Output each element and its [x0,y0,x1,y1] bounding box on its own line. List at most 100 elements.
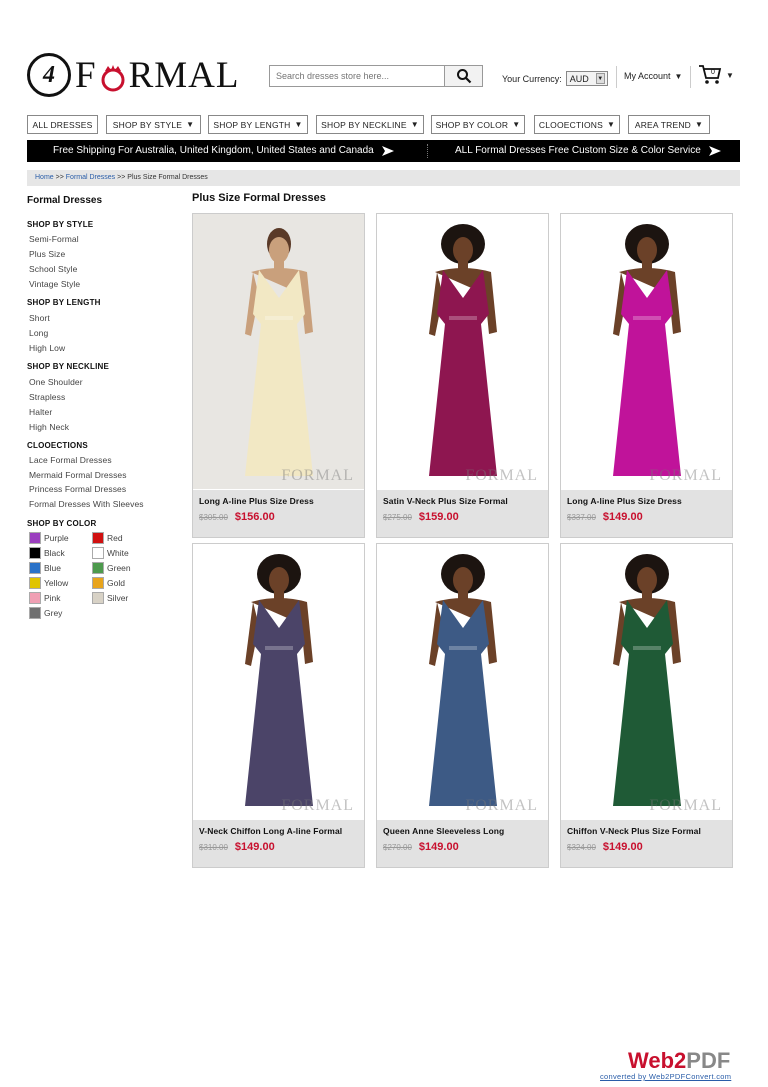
sidebar-title: Formal Dresses [27,195,103,206]
cart-button[interactable]: 0 ▼ [698,64,734,86]
product-name[interactable]: Long A-line Plus Size Dress [567,496,726,506]
sidebar-item-short[interactable]: Short [29,313,50,323]
swatch-blue[interactable] [29,562,41,574]
sidebar-item-school-style[interactable]: School Style [29,264,77,274]
my-account-menu[interactable]: My Account ▼ [624,71,682,81]
swatch-pink[interactable] [29,592,41,604]
color-label-gold[interactable]: Gold [107,578,125,588]
product-image[interactable]: FORMAL [561,214,732,489]
sidebar-item-high-low[interactable]: High Low [29,343,65,353]
sidebar-item-high-neck[interactable]: High Neck [29,422,69,432]
breadcrumb-category[interactable]: Formal Dresses [66,174,115,181]
search-input[interactable] [269,65,445,87]
promo-custom-size[interactable]: ALL Formal Dresses Free Custom Size & Co… [455,145,721,156]
crown-icon [98,60,128,92]
sidebar-item-long[interactable]: Long [29,328,48,338]
product-card[interactable]: FORMAL Satin V-Neck Plus Size Formal $275.… [376,213,549,538]
sidebar-item-strapless[interactable]: Strapless [29,392,65,402]
product-card[interactable]: FORMAL Long A-line Plus Size Dress $305.00… [192,213,365,538]
account-label: My Account [624,71,671,81]
sidebar-item-semi-formal[interactable]: Semi-Formal [29,234,79,244]
nav-area-trend[interactable]: AREA TREND ▼ [628,115,710,134]
product-info: V-Neck Chiffon Long A-line Formal $310.00… [193,820,364,867]
swatch-grey[interactable] [29,607,41,619]
nav-shop-by-neckline[interactable]: SHOP BY NECKLINE ▼ [316,115,424,134]
color-label-pink[interactable]: Pink [44,593,61,603]
nav-collections[interactable]: CLOOECTIONS ▼ [534,115,620,134]
search-bar [269,65,483,87]
cart-count: 0 [711,69,715,76]
promo-divider [427,144,428,158]
product-image[interactable]: FORMAL [377,544,548,819]
web2pdf-logo-pdf: PDF [686,1048,731,1073]
product-card[interactable]: FORMAL Long A-line Plus Size Dress $337.00… [560,213,733,538]
style-heading: SHOP BY STYLE [27,220,94,229]
color-label-purple[interactable]: Purple [44,533,69,543]
sale-price: $149.00 [234,841,275,853]
color-label-silver[interactable]: Silver [107,593,128,603]
divider [690,66,691,88]
old-price: $305.00 [199,513,228,522]
chevron-down-icon: ▼ [726,70,734,80]
sidebar-item-halter[interactable]: Halter [29,407,52,417]
web2pdf-badge[interactable]: Web2PDF converted by Web2PDFConvert.com [598,1048,750,1082]
sidebar-item-mermaid[interactable]: Mermaid Formal Dresses [29,470,127,480]
product-image[interactable]: FORMAL [561,544,732,819]
product-image[interactable]: FORMAL [193,544,364,819]
product-name[interactable]: Queen Anne Sleeveless Long [383,826,542,836]
product-name[interactable]: Long A-line Plus Size Dress [199,496,358,506]
color-label-grey[interactable]: Grey [44,608,62,618]
swatch-purple[interactable] [29,532,41,544]
product-card[interactable]: FORMAL Chiffon V-Neck Plus Size Formal $32… [560,543,733,868]
color-label-yellow[interactable]: Yellow [44,578,68,588]
nav-shop-by-color[interactable]: SHOP BY COLOR ▼ [431,115,525,134]
page-title: Plus Size Formal Dresses [192,192,326,204]
product-image[interactable]: FORMAL [193,214,364,489]
currency-selector: Your Currency: AUD ▼ [502,71,608,86]
breadcrumb-home[interactable]: Home [35,174,54,181]
product-name[interactable]: Chiffon V-Neck Plus Size Formal [567,826,726,836]
product-name[interactable]: V-Neck Chiffon Long A-line Formal [199,826,358,836]
site-logo[interactable]: 4 F RMAL [27,51,242,99]
nav-all-dresses[interactable]: ALL DRESSES [27,115,98,134]
sidebar-item-lace[interactable]: Lace Formal Dresses [29,455,112,465]
promo-shipping[interactable]: Free Shipping For Australia, United King… [53,145,394,156]
sidebar-item-vintage-style[interactable]: Vintage Style [29,279,80,289]
collections-heading: CLOOECTIONS [27,441,88,450]
product-info: Satin V-Neck Plus Size Formal $275.00 $159… [377,490,548,537]
swatch-green[interactable] [92,562,104,574]
dropdown-arrow-icon: ▼ [595,73,605,84]
color-label-black[interactable]: Black [44,548,65,558]
old-price: $270.00 [383,843,412,852]
nav-label: SHOP BY LENGTH [213,119,291,130]
color-label-red[interactable]: Red [107,533,123,543]
currency-select[interactable]: AUD ▼ [565,71,608,86]
sidebar-item-with-sleeves[interactable]: Formal Dresses With Sleeves [29,499,144,509]
product-image[interactable]: FORMAL [377,214,548,489]
chevron-down-icon: ▼ [695,120,704,129]
product-card[interactable]: FORMAL Queen Anne Sleeveless Long $270.00 $… [376,543,549,868]
product-card[interactable]: FORMAL V-Neck Chiffon Long A-line Formal $… [192,543,365,868]
color-label-green[interactable]: Green [107,563,131,573]
swatch-yellow[interactable] [29,577,41,589]
sidebar-item-princess[interactable]: Princess Formal Dresses [29,484,126,494]
swatch-red[interactable] [92,532,104,544]
product-name[interactable]: Satin V-Neck Plus Size Formal [383,496,542,506]
dress-model-illustration [245,554,313,806]
search-button[interactable] [445,65,483,87]
swatch-white[interactable] [92,547,104,559]
nav-shop-by-length[interactable]: SHOP BY LENGTH ▼ [208,115,308,134]
sidebar-item-one-shoulder[interactable]: One Shoulder [29,377,83,387]
nav-shop-by-style[interactable]: SHOP BY STYLE ▼ [106,115,201,134]
web2pdf-link[interactable]: converted by Web2PDFConvert.com [600,1072,731,1081]
chevron-down-icon: ▼ [294,120,303,129]
logo-text-start: F [75,54,97,96]
swatch-black[interactable] [29,547,41,559]
color-label-white[interactable]: White [107,548,129,558]
color-label-blue[interactable]: Blue [44,563,61,573]
swatch-silver[interactable] [92,592,104,604]
swatch-gold[interactable] [92,577,104,589]
product-info: Long A-line Plus Size Dress $305.00 $156.0… [193,490,364,537]
sidebar-item-plus-size[interactable]: Plus Size [29,249,65,259]
watermark: FORMAL [281,797,354,814]
